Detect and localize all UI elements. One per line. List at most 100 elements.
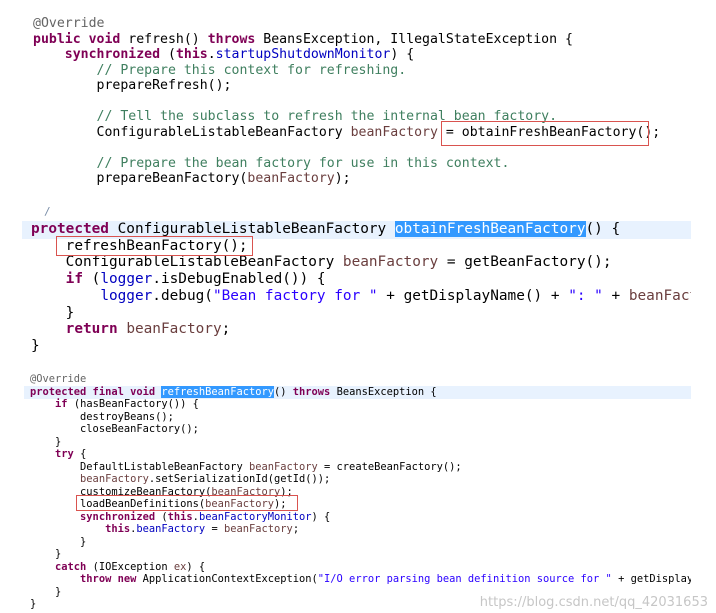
code-token: (IOException [92, 560, 174, 573]
code-token: ( [167, 47, 176, 62]
code-line: } [31, 304, 75, 321]
code-token: synchronized [80, 510, 162, 523]
code-token: return [65, 321, 127, 338]
code-token: "Bean factory for " [212, 287, 378, 304]
code-line: } [30, 436, 61, 448]
code-line: protected final void refreshBeanFactory(… [30, 385, 437, 398]
code-line: public void refresh() throws BeansExcept… [33, 32, 573, 47]
code-token: .isDebugEnabled()) { [152, 271, 326, 288]
code-panel-refreshbeanfactory: @Override protected final void refreshBea… [0, 370, 691, 613]
code-token: } [30, 598, 37, 610]
code-line: closeBeanFactory(); [30, 423, 199, 435]
code-token: refresh() [128, 31, 208, 47]
code-line: try { [30, 448, 86, 460]
code-token: throws [207, 31, 264, 47]
code-token: = [205, 523, 224, 535]
code-token: } [31, 304, 75, 321]
code-token: protected final void [30, 385, 162, 398]
code-line: if (logger.isDebugEnabled()) { [31, 271, 326, 287]
code-line: throw new ApplicationContextException("I… [30, 573, 691, 585]
selected-identifier: refreshBeanFactory [161, 385, 274, 398]
code-token: beanFactory [126, 321, 222, 338]
selected-identifier: obtainFreshBeanFactory [394, 221, 586, 237]
code-token: beanFactoryMonitor [198, 510, 312, 523]
code-token: ); [334, 171, 351, 186]
code-token: ConfigurableListableBeanFactory [31, 254, 343, 271]
code-token: synchronized [64, 47, 168, 62]
code-token: beanFactory [247, 171, 335, 186]
code-token: @Override [33, 16, 105, 31]
highlight-box-obtainfreshbeanfactory-call [441, 121, 649, 146]
code-line: @Override [33, 16, 104, 31]
code-line: protected ConfigurableListableBeanFactor… [31, 221, 620, 237]
code-token: throws [292, 385, 337, 398]
code-token: this [167, 510, 193, 523]
code-line: // Prepare the bean factory for use in t… [33, 156, 510, 171]
code-token: this [105, 523, 131, 535]
code-token: closeBeanFactory(); [30, 423, 199, 435]
code-token: ; [221, 321, 231, 338]
code-token: } [30, 585, 62, 598]
code-token: ) { [390, 47, 415, 62]
code-token: beanFactory [248, 460, 318, 473]
code-token: destroyBeans(); [30, 410, 174, 423]
code-line: catch (IOException ex) { [30, 561, 205, 573]
code-line: // Prepare this context for refreshing. [33, 62, 407, 78]
code-token: (hasBeanFactory()) { [73, 398, 199, 410]
code-token: beanFactory [350, 124, 438, 140]
code-line: } [31, 338, 40, 354]
code-line: @Override [30, 373, 86, 385]
code-token: BeansException { [336, 385, 437, 398]
code-token: } [30, 435, 62, 448]
code-token: // Prepare this context for refreshing. [96, 62, 407, 78]
code-token: ConfigurableListableBeanFactory [33, 124, 351, 140]
code-token: this [175, 47, 208, 62]
watermark: https://blog.csdn.net/qq_42031653 [479, 595, 708, 610]
code-panel-refresh: @Override public void refresh() throws Be… [0, 0, 716, 200]
code-token: "I/O error parsing bean definition sourc… [317, 573, 612, 585]
code-token: startupShutdownMonitor [215, 47, 391, 62]
code-line: } [30, 548, 61, 560]
code-line: destroyBeans(); [30, 411, 174, 423]
code-token: prepareBeanFactory( [33, 171, 248, 186]
code-token: ApplicationContextException( [142, 573, 318, 585]
code-token: ConfigurableListableBeanFactory [117, 221, 395, 237]
code-token: public void [33, 31, 129, 47]
code-token: ex [173, 560, 187, 573]
code-token: = createBeanFactory(); [317, 460, 462, 473]
code-token: protected [31, 221, 118, 237]
code-line: DefaultListableBeanFactory beanFactory =… [30, 461, 462, 473]
code-line: synchronized (this.beanFactoryMonitor) { [30, 511, 330, 523]
code-token: try [55, 448, 81, 460]
code-token: + [602, 287, 629, 304]
code-line: if (hasBeanFactory()) { [30, 398, 199, 410]
code-line: prepareRefresh(); [33, 78, 232, 93]
code-token: DefaultListableBeanFactory [30, 460, 249, 473]
code-token: beanFactory [342, 254, 439, 271]
code-line: ConfigurableListableBeanFactory beanFact… [31, 254, 612, 270]
highlight-box-refreshbeanfactory-call [56, 236, 253, 256]
code-token: } [30, 548, 62, 560]
code-line: return beanFactory; [31, 321, 231, 338]
code-panel-obtainfreshbeanfactory: protected ConfigurableListableBeanFactor… [0, 210, 691, 360]
code-token: . [207, 47, 216, 62]
code-token: beanFactory [136, 523, 206, 535]
code-token: throw new [80, 573, 143, 585]
code-token: ; [292, 523, 300, 535]
highlight-box-loadbeandefinitions-call [76, 495, 298, 511]
code-token: = getBeanFactory(); [438, 254, 612, 271]
code-token: logger [100, 287, 153, 304]
